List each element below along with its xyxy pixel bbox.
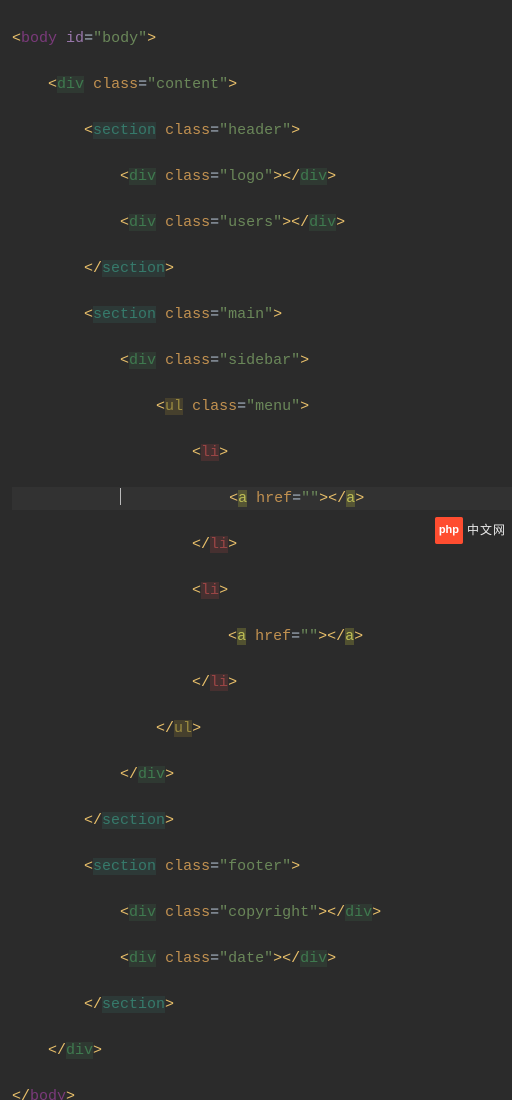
code-line: <section class="footer"> [12, 855, 512, 878]
code-line: </div> [12, 763, 512, 786]
code-line: <section class="header"> [12, 119, 512, 142]
code-line: <div class="content"> [12, 73, 512, 96]
code-line: <div class="date"></div> [12, 947, 512, 970]
code-line: <div class="users"></div> [12, 211, 512, 234]
code-line: <body id="body"> [12, 27, 512, 50]
code-editor[interactable]: <body id="body"> <div class="content"> <… [0, 0, 512, 1100]
code-line: <ul class="menu"> [12, 395, 512, 418]
code-line: <div class="sidebar"> [12, 349, 512, 372]
code-line: <li> [12, 579, 512, 602]
watermark-logo: php [435, 517, 463, 544]
text-cursor [120, 488, 121, 505]
code-line: </section> [12, 257, 512, 280]
watermark: php 中文网 [435, 517, 506, 544]
code-line: <a href=""></a> [12, 625, 512, 648]
code-line: <div class="copyright"></div> [12, 901, 512, 924]
code-line-active: <a href=""></a> [12, 487, 512, 510]
code-line: </section> [12, 809, 512, 832]
code-line: </ul> [12, 717, 512, 740]
code-line: </section> [12, 993, 512, 1016]
code-line: <section class="main"> [12, 303, 512, 326]
code-line: <div class="logo"></div> [12, 165, 512, 188]
code-line: <li> [12, 441, 512, 464]
code-line: </body> [12, 1085, 512, 1100]
watermark-text: 中文网 [467, 519, 506, 542]
code-line: </div> [12, 1039, 512, 1062]
code-line: </li> [12, 671, 512, 694]
